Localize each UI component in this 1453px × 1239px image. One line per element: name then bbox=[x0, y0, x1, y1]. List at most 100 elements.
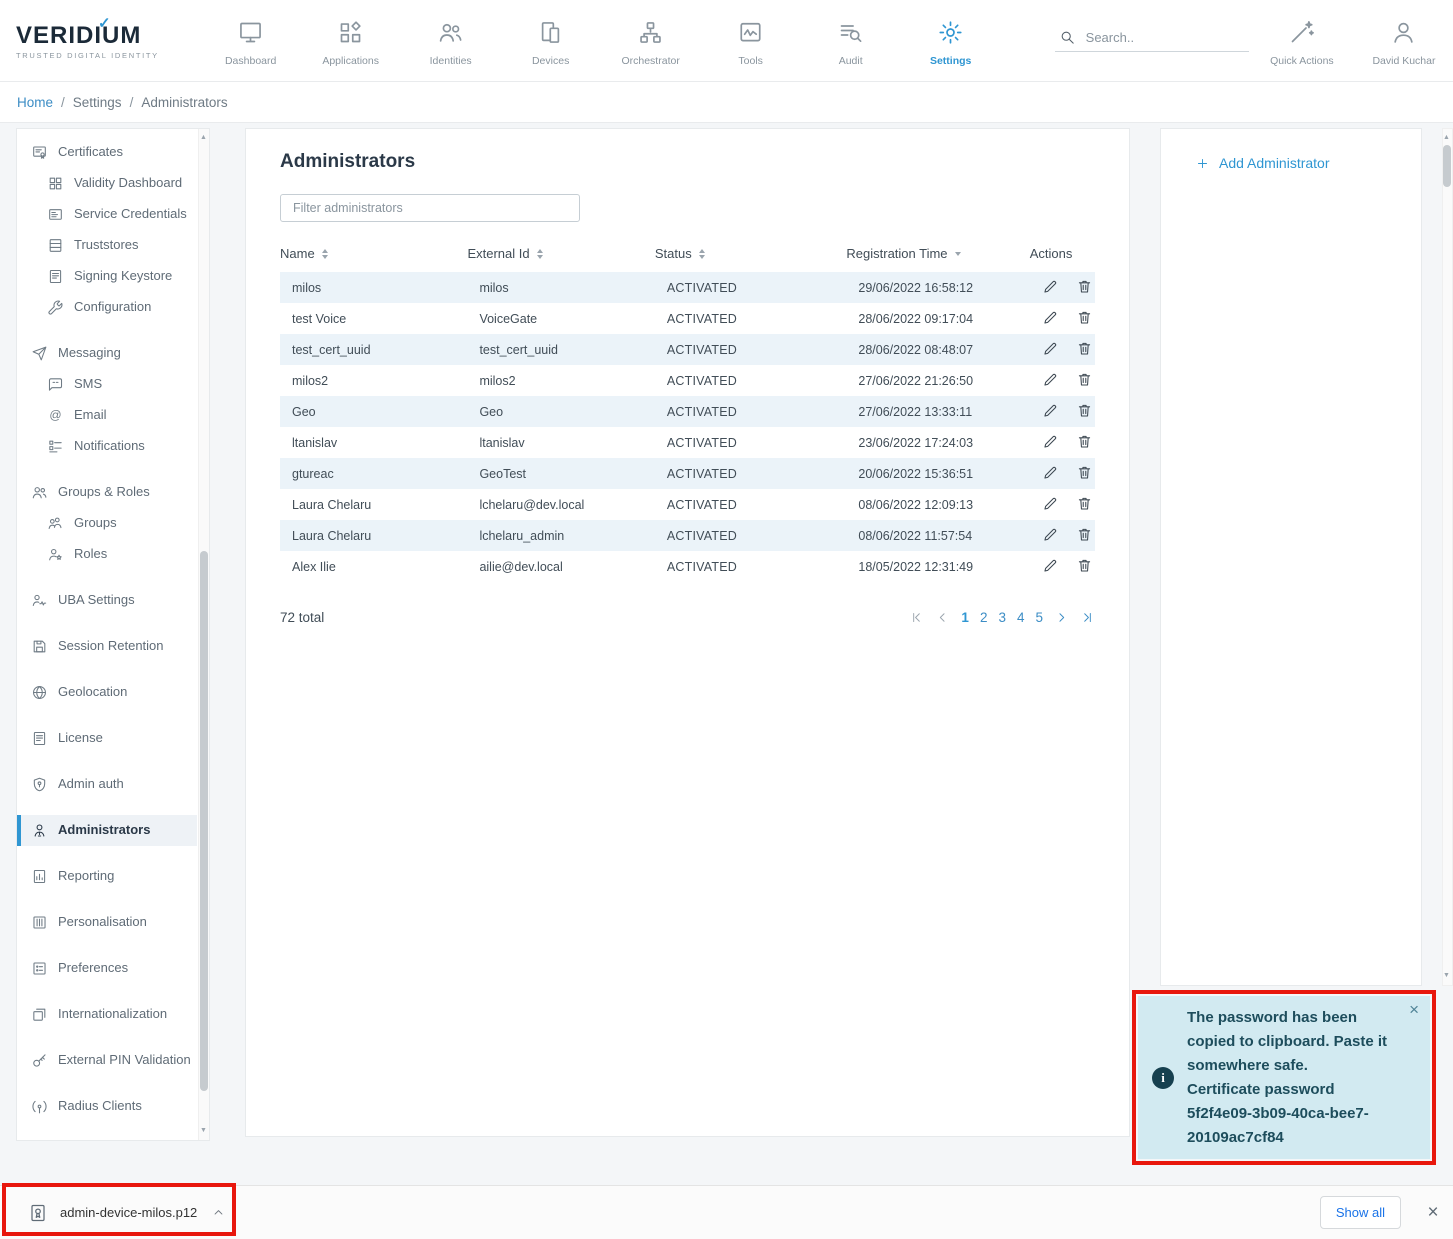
sidebar-item-license[interactable]: License bbox=[17, 723, 197, 754]
sidebar-item-sms[interactable]: SMS bbox=[17, 369, 197, 400]
sidebar-item-certificates[interactable]: Certificates bbox=[17, 137, 197, 168]
user-icon bbox=[1390, 19, 1417, 46]
status-cell: ACTIVATED bbox=[655, 427, 847, 458]
prev-page-button[interactable] bbox=[935, 610, 950, 625]
show-all-downloads-button[interactable]: Show all bbox=[1320, 1196, 1401, 1229]
page-number-3[interactable]: 3 bbox=[998, 610, 1006, 625]
nav-item-devices[interactable]: Devices bbox=[501, 15, 601, 67]
column-header-name[interactable]: Name bbox=[280, 238, 467, 272]
edit-button[interactable] bbox=[1042, 402, 1059, 419]
scroll-down-icon[interactable]: ▼ bbox=[198, 1124, 209, 1138]
sidebar-item-validity-dashboard[interactable]: Validity Dashboard bbox=[17, 168, 197, 199]
scroll-up-icon[interactable]: ▲ bbox=[1441, 131, 1452, 145]
edit-button[interactable] bbox=[1042, 278, 1059, 295]
edit-button[interactable] bbox=[1042, 495, 1059, 512]
last-page-button[interactable] bbox=[1080, 610, 1095, 625]
table-row: Laura Chelarulchelaru_adminACTIVATED08/0… bbox=[280, 520, 1095, 551]
downloaded-file-item[interactable]: admin-device-milos.p12 bbox=[22, 1195, 232, 1231]
edit-button[interactable] bbox=[1042, 557, 1059, 574]
download-bar-close-icon[interactable]: × bbox=[1419, 1203, 1447, 1222]
edit-button[interactable] bbox=[1042, 433, 1059, 450]
edit-button[interactable] bbox=[1042, 526, 1059, 543]
main-nav: DashboardApplicationsIdentitiesDevicesOr… bbox=[201, 15, 1001, 67]
sidebar-item-notifications[interactable]: Notifications bbox=[17, 431, 197, 462]
edit-button[interactable] bbox=[1042, 340, 1059, 357]
sidebar-item-roles[interactable]: Roles bbox=[17, 539, 197, 570]
delete-button[interactable] bbox=[1076, 557, 1093, 574]
sidebar-item-reporting[interactable]: Reporting bbox=[17, 861, 197, 892]
download-bar: admin-device-milos.p12 Show all × bbox=[0, 1185, 1453, 1239]
sidebar-item-geolocation[interactable]: Geolocation bbox=[17, 677, 197, 708]
user-menu[interactable]: David Kuchar bbox=[1355, 15, 1453, 67]
page-number-4[interactable]: 4 bbox=[1017, 610, 1025, 625]
delete-button[interactable] bbox=[1076, 340, 1093, 357]
delete-button[interactable] bbox=[1076, 278, 1093, 295]
sidebar-item-external-pin-validation[interactable]: External PIN Validation bbox=[17, 1045, 197, 1076]
nav-item-applications[interactable]: Applications bbox=[301, 15, 401, 67]
first-page-button[interactable] bbox=[909, 610, 924, 625]
page-number-1[interactable]: 1 bbox=[961, 610, 969, 625]
next-page-button[interactable] bbox=[1054, 610, 1069, 625]
delete-button[interactable] bbox=[1076, 464, 1093, 481]
personalisation-icon bbox=[31, 914, 48, 931]
edit-button[interactable] bbox=[1042, 309, 1059, 326]
chevron-up-icon[interactable] bbox=[211, 1205, 226, 1220]
delete-button[interactable] bbox=[1076, 402, 1093, 419]
scroll-up-icon[interactable]: ▲ bbox=[198, 131, 209, 145]
sidebar-item-administrators[interactable]: Administrators bbox=[17, 815, 197, 846]
nav-item-settings[interactable]: Settings bbox=[901, 15, 1001, 67]
breadcrumb-administrators: Administrators bbox=[141, 95, 227, 110]
nav-item-tools[interactable]: Tools bbox=[701, 15, 801, 67]
column-header-external-id[interactable]: External Id bbox=[467, 238, 654, 272]
nav-item-audit[interactable]: Audit bbox=[801, 15, 901, 67]
sidebar-item-signing-keystore[interactable]: Signing Keystore bbox=[17, 261, 197, 292]
add-administrator-button[interactable]: Add Administrator bbox=[1195, 155, 1421, 171]
sidebar-item-service-credentials[interactable]: Service Credentials bbox=[17, 199, 197, 230]
search-input[interactable] bbox=[1086, 30, 1236, 45]
sort-both-icon bbox=[322, 249, 328, 259]
sidebar-scrollbar[interactable]: ▲ ▼ bbox=[198, 129, 209, 1140]
filter-administrators-input[interactable] bbox=[280, 194, 580, 222]
sidebar-item-personalisation[interactable]: Personalisation bbox=[17, 907, 197, 938]
edit-button[interactable] bbox=[1042, 371, 1059, 388]
delete-button[interactable] bbox=[1076, 371, 1093, 388]
sidebar-item-internationalization[interactable]: Internationalization bbox=[17, 999, 197, 1030]
registration-time-cell: 20/06/2022 15:36:51 bbox=[846, 458, 1029, 489]
veridium-logo[interactable]: VERIDIUM ✓ TRUSTED DIGITAL IDENTITY bbox=[0, 22, 187, 60]
breadcrumb: Home / Settings / Administrators bbox=[0, 82, 1453, 123]
panel-scrollbar[interactable]: ▲ ▼ bbox=[1442, 128, 1453, 986]
toast-close-icon[interactable]: × bbox=[1409, 1001, 1419, 1018]
sidebar-item-uba-settings[interactable]: UBA Settings bbox=[17, 585, 197, 616]
quick-actions-button[interactable]: Quick Actions bbox=[1253, 15, 1351, 67]
page-number-2[interactable]: 2 bbox=[980, 610, 988, 625]
external-id-cell: milos2 bbox=[467, 365, 654, 396]
nav-item-identities[interactable]: Identities bbox=[401, 15, 501, 67]
actions-cell bbox=[1030, 520, 1095, 551]
delete-button[interactable] bbox=[1076, 309, 1093, 326]
page-number-5[interactable]: 5 bbox=[1035, 610, 1043, 625]
delete-button[interactable] bbox=[1076, 526, 1093, 543]
sidebar-item-radius-clients[interactable]: Radius Clients bbox=[17, 1091, 197, 1122]
scroll-down-icon[interactable]: ▼ bbox=[1441, 969, 1452, 983]
sidebar-item-session-retention[interactable]: Session Retention bbox=[17, 631, 197, 662]
delete-button[interactable] bbox=[1076, 495, 1093, 512]
sidebar-item-groups-roles[interactable]: Groups & Roles bbox=[17, 477, 197, 508]
sidebar-scrollbar-thumb[interactable] bbox=[200, 551, 208, 1091]
column-header-status[interactable]: Status bbox=[655, 238, 847, 272]
breadcrumb-settings[interactable]: Settings bbox=[73, 95, 122, 110]
sidebar-item-email[interactable]: @Email bbox=[17, 400, 197, 431]
edit-button[interactable] bbox=[1042, 464, 1059, 481]
nav-item-dashboard[interactable]: Dashboard bbox=[201, 15, 301, 67]
sidebar-item-messaging[interactable]: Messaging bbox=[17, 338, 197, 369]
nav-item-orchestrator[interactable]: Orchestrator bbox=[601, 15, 701, 67]
sidebar-item-admin-auth[interactable]: Admin auth bbox=[17, 769, 197, 800]
sidebar-item-truststores[interactable]: Truststores bbox=[17, 230, 197, 261]
panel-scrollbar-thumb[interactable] bbox=[1443, 145, 1451, 187]
delete-button[interactable] bbox=[1076, 433, 1093, 450]
sidebar-item-label: Preferences bbox=[58, 960, 128, 976]
column-header-registration-time[interactable]: Registration Time bbox=[846, 238, 1029, 272]
breadcrumb-home[interactable]: Home bbox=[17, 95, 53, 110]
sidebar-item-preferences[interactable]: Preferences bbox=[17, 953, 197, 984]
sidebar-item-configuration[interactable]: Configuration bbox=[17, 292, 197, 323]
sidebar-item-groups[interactable]: Groups bbox=[17, 508, 197, 539]
